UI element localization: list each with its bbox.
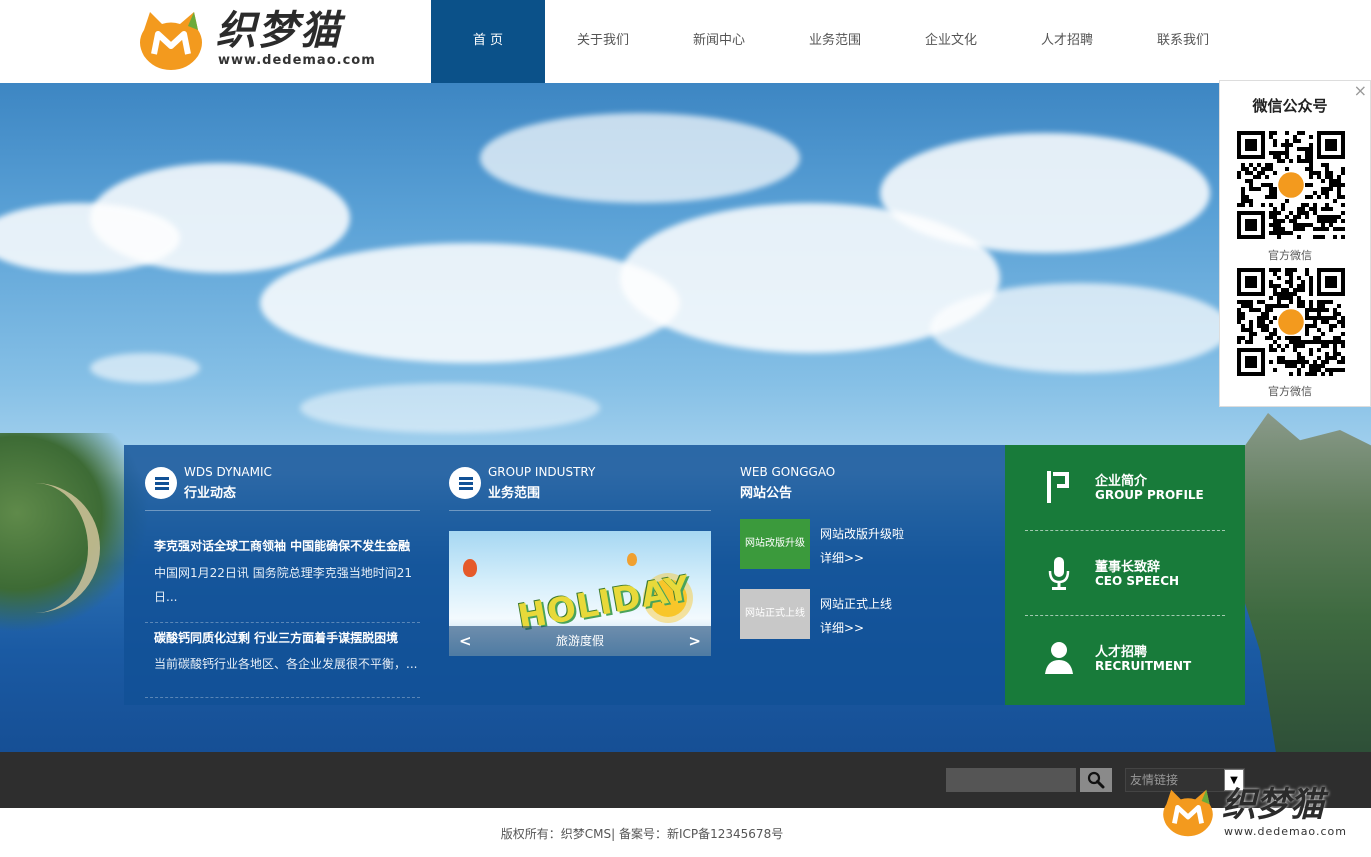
menu-item-recruitment[interactable]: 人才招聘 RECRUITMENT [1025,615,1225,700]
balloon-icon [627,553,637,566]
news-summary: 中国网1月22日讯 国务院总理李克强当地时间21日... [154,566,412,604]
section-title-cn[interactable]: 网站公告 [740,482,792,501]
nav-item-2[interactable]: 新闻中心 [661,0,777,83]
image-slider[interactable]: HOLIDAY < 旅游度假 > [449,531,711,656]
menu-item-profile[interactable]: 企业简介 GROUP PROFILE [1025,445,1225,530]
cat-logo-icon [1163,789,1213,837]
menu-item-title-cn: 董事长致辞 [1095,560,1161,575]
section-title-en: WEB GONGGAO [740,465,836,479]
wechat-qr-widget: × 微信公众号 官方微信 官方微信 [1219,80,1371,407]
watermark-brand: 织梦猫 [1222,785,1324,825]
section-title-en: WDS DYNAMIC [184,465,272,479]
balloon-icon [463,559,477,577]
menu-item-title-cn: 人才招聘 [1095,645,1148,660]
menu-item-title-cn: 企业简介 [1095,474,1148,489]
list-item[interactable]: 碳酸钙同质化过剩 行业三方面着手谋摆脱困境 当前碳酸钙行业各地区、各企业发展很不… [145,623,420,698]
qr-caption: 官方微信 [1268,385,1312,398]
search-button[interactable] [1080,768,1112,792]
menu-item-title-en: RECRUITMENT [1095,659,1192,673]
cloud [90,353,200,383]
nav-item-0[interactable]: 首 页 [431,0,545,83]
cat-logo-icon [140,12,202,70]
cloud [480,113,800,203]
section-header: WDS DYNAMIC 行业动态 [145,445,420,511]
content-panel: WDS DYNAMIC 行业动态 李克强对话全球工商领袖 中国能确保不发生金融 … [124,445,1005,705]
flag-icon [1047,471,1069,503]
cloud [930,283,1230,373]
page: 织梦猫 www.dedemao.com 首 页关于我们 新闻中心 业务范围 企业文化人… [0,0,1371,857]
search-icon [1087,771,1105,789]
qr-caption: 官方微信 [1268,249,1312,262]
section-title-cn[interactable]: 业务范围 [488,482,540,501]
nav-item-3[interactable]: 业务范围 [777,0,893,83]
notice-title[interactable]: 网站改版升级啦 [820,525,904,542]
list-item[interactable]: 李克强对话全球工商领袖 中国能确保不发生金融 中国网1月22日讯 国务院总理李克… [145,531,420,623]
cliff-right [1228,413,1371,752]
notice-more-link[interactable]: 详细>> [820,619,864,636]
business-scope-section: GROUP INDUSTRY 业务范围 HOLIDAY < 旅游度假 > [449,445,711,705]
main-nav: 首 页关于我们 新闻中心 业务范围 企业文化 人才招聘 联系我们 [431,0,1241,83]
watermark-url: www.dedemao.com [1224,825,1347,838]
nav-item-1[interactable]: 关于我们 [545,0,661,83]
cloud [300,383,600,433]
slide-caption: 旅游度假 [555,634,604,648]
quick-links-menu: 企业简介 GROUP PROFILE 董事长致辞 CEO SPEECH 人才招聘… [1005,445,1245,705]
menu-item-title-en: GROUP PROFILE [1095,488,1204,502]
section-title-en: GROUP INDUSTRY [488,465,596,479]
wechat-title: 微信公众号 [1252,97,1328,115]
site-logo[interactable]: 织梦猫 www.dedemao.com [132,6,377,74]
section-header: WEB GONGGAO 网站公告 [740,445,990,511]
notice-thumbnail[interactable]: 网站改版升级 [740,519,810,569]
notice-more-link[interactable]: 详细>> [820,549,864,566]
section-header: GROUP INDUSTRY 业务范围 [449,445,711,511]
nav-item-5[interactable]: 人才招聘 [1009,0,1125,83]
person-icon [1045,642,1073,674]
news-list: 李克强对话全球工商领袖 中国能确保不发生金融 中国网1月22日讯 国务院总理李克… [145,511,420,698]
qr-code-image [1237,268,1345,376]
notice-title[interactable]: 网站正式上线 [820,595,892,612]
copyright-text: 版权所有：织梦CMS| 备案号：新ICP备12345678号 [500,827,784,841]
list-icon [449,467,481,499]
nav-item-4[interactable]: 企业文化 [893,0,1009,83]
watermark-logo: 织梦猫 www.dedemao.com [1160,785,1360,845]
cloud [880,133,1210,253]
news-title[interactable]: 碳酸钙同质化过剩 行业三方面着手谋摆脱困境 [154,629,424,646]
notice-section: WEB GONGGAO 网站公告 网站改版升级 网站改版升级啦 详细>> 网站正… [740,445,990,705]
list-icon [145,467,177,499]
cloud [260,243,680,363]
brand-name: 织梦猫 [216,7,342,54]
microphone-icon [1048,557,1070,590]
brand-url: www.dedemao.com [218,53,376,68]
section-title-cn[interactable]: 行业动态 [184,482,236,501]
notice-thumbnail[interactable]: 网站正式上线 [740,589,810,639]
search-input[interactable] [946,768,1076,792]
slide-caption-bar: < 旅游度假 > [449,626,711,656]
news-summary: 当前碳酸钙行业各地区、各企业发展很不平衡，... [154,657,418,671]
menu-item-title-en: CEO SPEECH [1095,574,1180,588]
menu-item-ceo-speech[interactable]: 董事长致辞 CEO SPEECH [1025,530,1225,615]
nav-item-6[interactable]: 联系我们 [1125,0,1241,83]
slider-next-button[interactable]: > [688,626,701,656]
news-title[interactable]: 李克强对话全球工商领袖 中国能确保不发生金融 [154,537,424,554]
qr-code-image [1237,131,1345,239]
header: 织梦猫 www.dedemao.com 首 页关于我们 新闻中心 业务范围 企业文化人… [0,0,1371,83]
industry-news-section: WDS DYNAMIC 行业动态 李克强对话全球工商领袖 中国能确保不发生金融 … [145,445,420,705]
